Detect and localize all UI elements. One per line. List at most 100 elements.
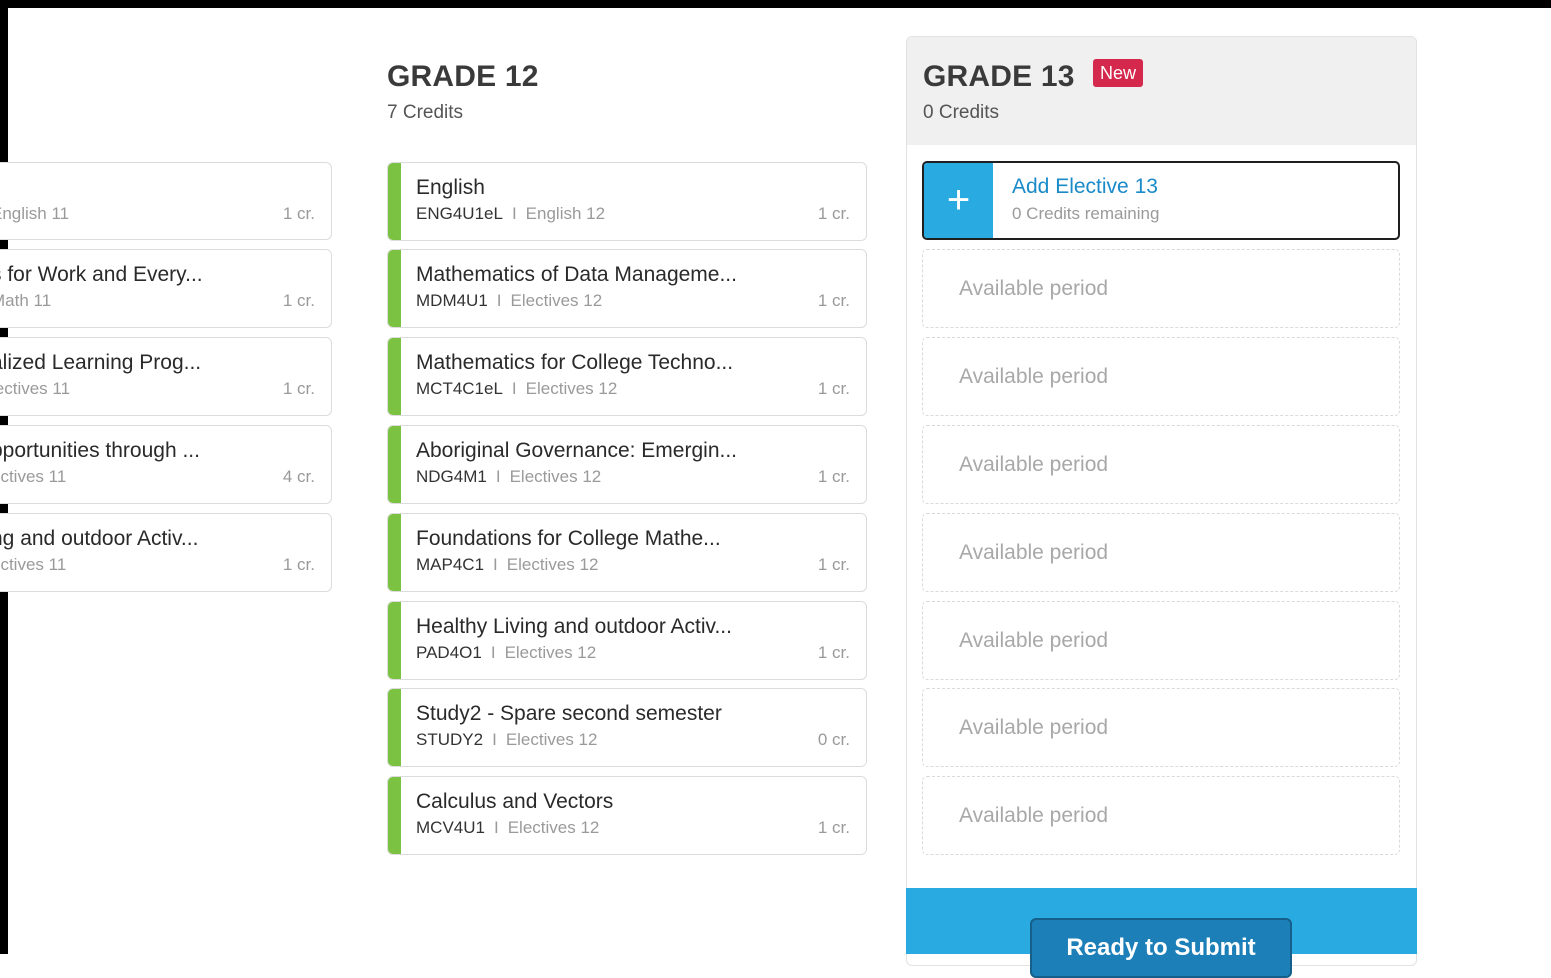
period-label: Available period: [959, 277, 1109, 300]
course-category: Electives 12: [504, 643, 597, 662]
add-elective-button[interactable]: + Add Elective 13 0 Credits remaining: [922, 161, 1400, 240]
course-credits: 0 cr.: [817, 730, 850, 749]
course-category: lectives 11: [0, 379, 71, 398]
course-category: Electives 12: [525, 379, 618, 398]
course-credits: 1 cr.: [282, 555, 315, 574]
course-card[interactable]: ng and outdoor Activ... ectives 11 1 cr.: [0, 513, 332, 592]
course-card[interactable]: Aboriginal Governance: Emergin... NDG4M1…: [387, 425, 867, 504]
course-code: MCV4U1: [416, 818, 485, 837]
course-code: STUDY2: [416, 730, 484, 749]
course-name: English: [416, 176, 485, 199]
course-name: s for Work and Every...: [0, 263, 203, 286]
course-category: English 11: [0, 204, 70, 223]
course-code: NDG4M1: [416, 467, 487, 486]
course-card[interactable]: alized Learning Prog... lectives 11 1 cr…: [0, 337, 332, 416]
add-elective-title: Add Elective 13: [1012, 175, 1158, 198]
course-meta: ectives 11: [0, 467, 66, 487]
course-card[interactable]: English ENG4U1eL I English 12 1 cr.: [387, 162, 867, 241]
meta-separator: I: [496, 291, 502, 310]
available-period-slot[interactable]: Available period: [922, 513, 1400, 592]
course-accent-bar: [388, 777, 401, 854]
course-category: Electives 12: [509, 467, 602, 486]
course-card[interactable]: Mathematics of Data Manageme... MDM4U1 I E…: [387, 249, 867, 328]
course-code: MCT4C1eL: [416, 379, 503, 398]
course-credits: 1 cr.: [817, 467, 850, 486]
course-accent-bar: [388, 602, 401, 679]
course-meta: ENG4U1eL I English 12: [416, 204, 605, 224]
course-credits: 1 cr.: [817, 291, 850, 310]
course-accent-bar: [388, 163, 401, 240]
meta-separator: I: [493, 555, 498, 574]
period-label: Available period: [959, 716, 1109, 739]
course-category: ectives 11: [0, 467, 67, 486]
grade-12-credits: 7 Credits: [387, 102, 464, 123]
grade-13-credits: 0 Credits: [923, 102, 1000, 123]
course-name: Mathematics for College Techno...: [416, 351, 734, 374]
course-credits: 1 cr.: [817, 643, 850, 662]
meta-separator: I: [495, 467, 501, 486]
grade-13-title: GRADE 13: [923, 60, 1075, 93]
course-category: Electives 12: [507, 818, 600, 837]
course-name: Calculus and Vectors: [416, 790, 614, 813]
course-credits: 1 cr.: [817, 555, 850, 574]
meta-separator: I: [493, 818, 499, 837]
course-accent-bar: [388, 514, 401, 591]
available-period-slot[interactable]: Available period: [922, 688, 1400, 767]
course-code: PAD4O1: [416, 643, 482, 662]
course-meta: MCV4U1 I Electives 12: [416, 818, 599, 838]
available-period-slot[interactable]: Available period: [922, 425, 1400, 504]
new-badge: New: [1093, 59, 1144, 87]
course-credits: 4 cr.: [282, 467, 315, 486]
course-meta: MCT4C1eL I Electives 12: [416, 379, 617, 399]
course-accent-bar: [388, 338, 401, 415]
meta-separator: I: [511, 379, 517, 398]
period-label: Available period: [959, 629, 1109, 652]
meta-separator: I: [490, 643, 496, 662]
course-name: Foundations for College Mathe...: [416, 527, 721, 550]
course-meta: lectives 11: [0, 379, 70, 399]
period-label: Available period: [959, 365, 1109, 388]
course-category: English 12: [525, 204, 606, 223]
grade-12-title: GRADE 12: [387, 60, 539, 93]
course-card[interactable]: s for Work and Every... Math 11 1 cr.: [0, 249, 332, 328]
available-period-slot[interactable]: Available period: [922, 601, 1400, 680]
course-meta: PAD4O1 I Electives 12: [416, 643, 596, 663]
course-code: MAP4C1: [416, 555, 485, 574]
available-period-slot[interactable]: Available period: [922, 776, 1400, 855]
course-card[interactable]: pportunities through ... ectives 11 4 cr…: [0, 425, 332, 504]
course-category: Math 11: [0, 291, 52, 310]
course-card[interactable]: Study2 - Spare second semester STUDY2 I El…: [387, 688, 867, 767]
course-category: Electives 12: [510, 291, 603, 310]
course-accent-bar: [388, 426, 401, 503]
plus-icon: +: [924, 163, 993, 238]
course-card[interactable]: Healthy Living and outdoor Activ... PAD4…: [387, 601, 867, 680]
course-accent-bar: [388, 250, 401, 327]
course-code: ENG4U1eL: [416, 204, 503, 223]
course-name: Study2 - Spare second semester: [416, 702, 722, 725]
period-label: Available period: [959, 453, 1109, 476]
course-card[interactable]: English 11 1 cr.: [0, 162, 332, 240]
course-meta: ectives 11: [0, 555, 66, 575]
course-credits: 1 cr.: [282, 379, 315, 398]
credits-remaining: 0 Credits remaining: [1012, 204, 1160, 223]
course-credits: 1 cr.: [282, 204, 315, 223]
course-meta: NDG4M1 I Electives 12: [416, 467, 601, 487]
course-code: MDM4U1: [416, 291, 488, 310]
course-meta: MAP4C1 I Electives 12: [416, 555, 598, 575]
course-name: pportunities through ...: [0, 439, 200, 462]
course-category: Electives 12: [505, 730, 598, 749]
course-meta: STUDY2 I Electives 12: [416, 730, 597, 750]
period-label: Available period: [959, 541, 1109, 564]
meta-separator: I: [492, 730, 497, 749]
course-card[interactable]: Mathematics for College Techno... MCT4C1…: [387, 337, 867, 416]
course-category: ectives 11: [0, 555, 67, 574]
available-period-slot[interactable]: Available period: [922, 337, 1400, 416]
course-name: Healthy Living and outdoor Activ...: [416, 615, 732, 638]
course-name: Mathematics of Data Manageme...: [416, 263, 737, 286]
course-card[interactable]: Calculus and Vectors MCV4U1 I Electives 12…: [387, 776, 867, 855]
ready-to-submit-button[interactable]: Ready to Submit: [1030, 918, 1292, 978]
course-credits: 1 cr.: [282, 291, 315, 310]
available-period-slot[interactable]: Available period: [922, 249, 1400, 328]
meta-separator: I: [511, 204, 517, 223]
course-card[interactable]: Foundations for College Mathe... MAP4C1 I…: [387, 513, 867, 592]
